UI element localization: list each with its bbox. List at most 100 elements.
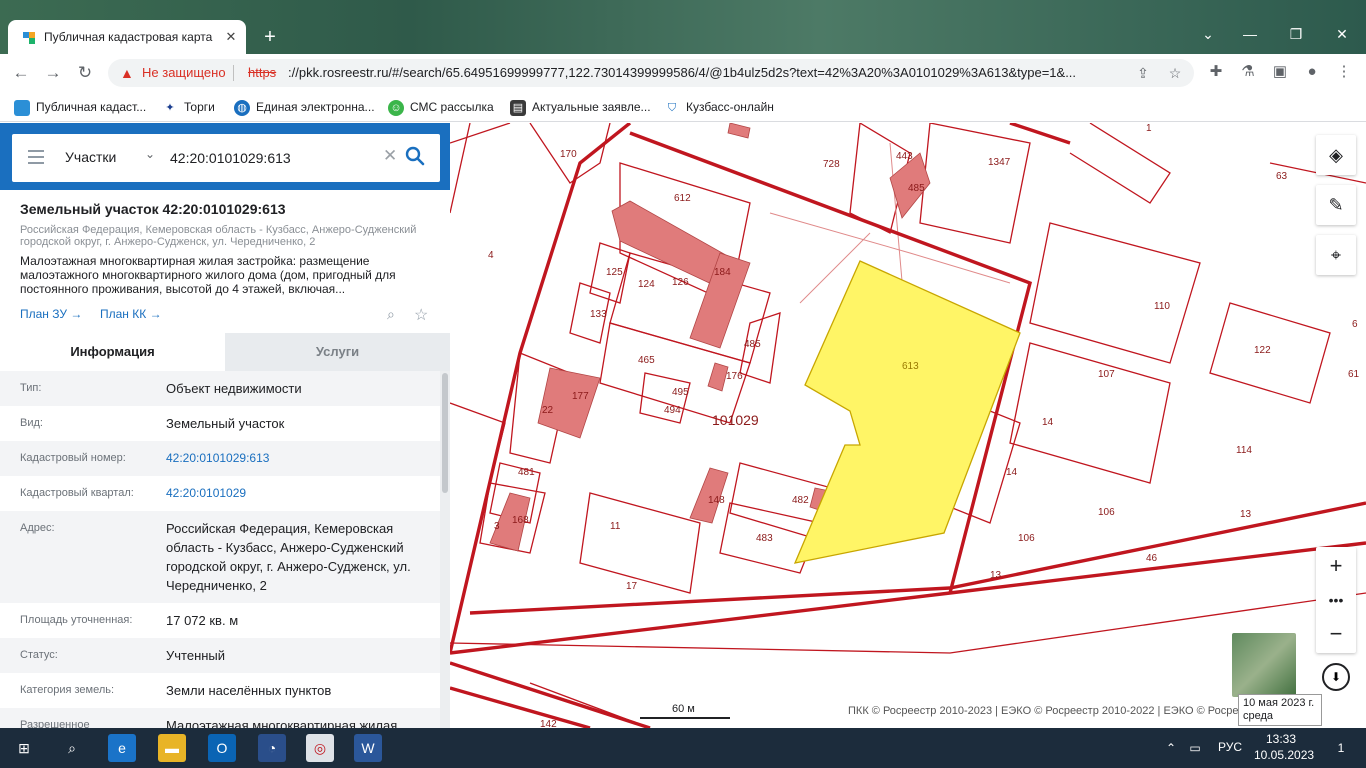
plan-zu-link[interactable]: План ЗУ → [20,307,82,321]
parcel-label: 13 [1240,509,1252,520]
cadastral-quarter-link[interactable]: 42:20:0101029 [166,484,438,503]
parcel-label: 1 [1146,123,1152,134]
menu-kebab-icon[interactable]: ⋮ [1334,62,1354,82]
app-icon[interactable]: ◔ [258,734,286,762]
tab-info[interactable]: Информация [0,333,225,371]
scrollbar-thumb[interactable] [442,373,448,493]
edge-icon[interactable]: e [108,734,136,762]
layers-icon[interactable]: ◈ [1316,135,1356,175]
zoom-to-object-icon[interactable]: ⌕ [387,306,405,324]
share-icon[interactable]: ⇪ [1134,64,1152,82]
bookmark-pkk[interactable]: Публичная кадаст... [14,98,146,116]
property-value: Земельный участок [166,416,285,431]
back-icon[interactable]: ← [10,62,32,84]
parcel-boundary [1069,123,1171,204]
bookmark-edinaya[interactable]: ◍ Единая электронна... [234,98,375,116]
parcel-label: 495 [672,387,689,398]
hamburger-menu-icon[interactable] [28,150,44,164]
browser-tab[interactable]: Публичная кадастровая карта ✕ [8,20,246,54]
properties-list: Тип: Объект недвижимости Вид: Земельный … [0,371,440,728]
zoom-in-button[interactable]: + [1316,549,1356,583]
clock-time[interactable]: 13:33 [1266,732,1296,746]
property-value: Российская Федерация, Кемеровская област… [166,521,411,593]
locate-icon[interactable]: ⌖ [1316,235,1356,275]
search-icon[interactable] [404,145,426,167]
parcel-label: 114 [1236,445,1252,456]
parcel-label: 106 [1098,507,1115,518]
outlook-icon[interactable]: O [208,734,236,762]
search-taskbar-icon[interactable]: ⌕ [58,734,86,762]
shield-icon: ⛉ [667,101,677,114]
network-icon[interactable]: ▭ [1186,734,1204,762]
plan-kk-link[interactable]: План КК → [100,307,162,321]
chrome-icon[interactable]: ◎ [306,734,334,762]
parcel-label: 13 [990,570,1002,581]
zoom-out-button[interactable]: − [1316,617,1356,651]
chevron-down-icon[interactable]: ⌄ [145,147,155,161]
security-label[interactable]: Не защищено [142,65,226,80]
bookmark-star-icon[interactable]: ☆ [1166,64,1184,82]
object-type-select[interactable]: Участки [65,149,116,165]
bookmark-torgi[interactable]: ✦ Торги [162,98,214,116]
word-icon[interactable]: W [354,734,382,762]
extensions-icon[interactable]: ✚ [1206,62,1226,82]
new-tab-button[interactable]: + [258,26,282,50]
search-input[interactable] [170,147,370,169]
quarter-boundary [450,123,632,654]
map-canvas[interactable]: 170 728 443 485 1347 1 63 4 612 125 124 … [450,123,1366,728]
file-explorer-icon[interactable]: ▬ [158,734,186,762]
parcel-label: 184 [714,267,731,278]
restore-icon[interactable]: ❐ [1284,24,1308,44]
parcel-label: 22 [542,405,554,416]
lab-icon[interactable]: ⚗ [1238,62,1258,82]
parcel-boundary [450,123,511,144]
cadastral-map[interactable]: 170 728 443 485 1347 1 63 4 612 125 124 … [450,123,1366,728]
profile-avatar-icon[interactable]: ● [1302,62,1322,82]
bookmark-kuzbass[interactable]: ⛉ Кузбасс-онлайн [664,98,774,116]
more-icon[interactable]: ••• [1316,583,1356,617]
tab-close-icon[interactable]: ✕ [222,28,240,46]
building [727,123,751,139]
tab-services[interactable]: Услуги [225,333,450,371]
tab-search-icon[interactable]: ⌄ [1196,24,1220,44]
window-close-icon[interactable]: ✕ [1330,24,1354,44]
language-indicator[interactable]: РУС [1218,740,1242,754]
bookmark-zayavleniya[interactable]: ▤ Актуальные заявле... [510,98,651,116]
favorite-star-icon[interactable]: ☆ [414,305,432,324]
sidepanel-icon[interactable]: ▣ [1270,62,1290,82]
info-tabs: Информация Услуги [0,333,450,371]
selected-parcel-label: 613 [902,361,919,372]
forward-icon[interactable]: → [42,62,64,84]
reload-icon[interactable]: ↻ [74,62,96,84]
windows-start-icon[interactable]: ⊞ [10,734,38,762]
ruler-icon[interactable]: ✎ [1316,185,1356,225]
address-bar[interactable]: ▲ Не защищено https ://pkk.rosreestr.ru/… [108,59,1194,87]
utility-line [769,212,1011,284]
parcel-boundary [450,402,506,484]
cadastral-number-link[interactable]: 42:20:0101029:613 [166,449,438,468]
minimize-icon[interactable]: — [1238,24,1262,44]
parcel-label: 133 [590,309,607,320]
parcel-label: 110 [1154,301,1170,312]
bookmark-sms[interactable]: ☺ СМС рассылка [388,98,494,116]
parcel-label: 485 [744,339,761,350]
parcel-label: 107 [1098,369,1115,380]
property-label: Вид: [20,417,43,429]
parcel-label: 14 [1042,417,1054,428]
tray-chevron-icon[interactable]: ⌃ [1162,734,1180,762]
parcel-label: 6 [1352,319,1358,330]
map-copyright: ПКК © Росреестр 2010-2023 | ЕЭКО © Росре… [848,705,1262,717]
property-label: Площадь уточненная: [20,614,133,626]
parcel-label: 482 [792,495,809,506]
parcel-label: 443 [896,151,913,162]
property-value: Земли населённых пунктов [166,683,332,698]
clear-icon[interactable]: ✕ [383,146,397,166]
object-title: Земельный участок 42:20:0101029:613 [20,201,286,217]
parcel-label: 142 [540,719,557,728]
notifications-icon[interactable]: 1 [1326,734,1356,762]
basemap-switcher[interactable] [1232,633,1296,697]
clock-date[interactable]: 10.05.2023 [1254,748,1314,762]
selected-parcel-613[interactable] [793,260,1021,564]
compass-icon[interactable]: ⬇ [1322,663,1350,691]
road-edge [450,592,1366,654]
